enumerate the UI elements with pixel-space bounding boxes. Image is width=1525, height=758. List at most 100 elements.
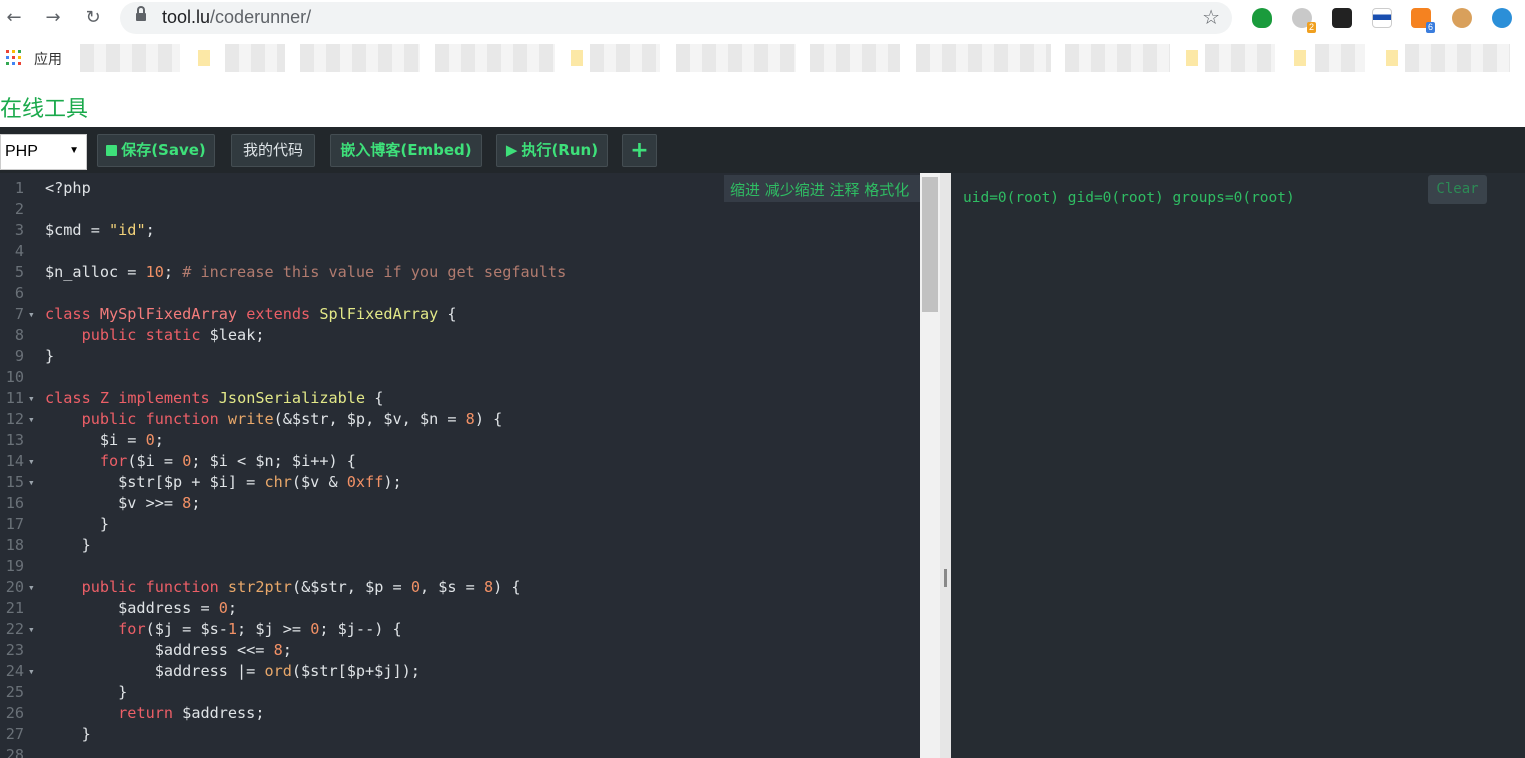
code-line[interactable]: 6 <box>0 283 920 304</box>
code-line[interactable]: 24 ▾ $address |= ord($str[$p+$j]); <box>0 661 920 682</box>
code-text[interactable]: public function str2ptr(&$str, $p = 0, $… <box>45 577 521 598</box>
extension-icon[interactable] <box>1332 8 1352 28</box>
code-text[interactable]: class MySplFixedArray extends SplFixedAr… <box>45 304 457 325</box>
code-line[interactable]: 5 $n_alloc = 10; # increase this value if… <box>0 262 920 283</box>
language-select[interactable]: PHP ▼ <box>0 134 87 170</box>
shield-extension-icon[interactable] <box>1252 8 1272 28</box>
rss-icon[interactable]: 6 <box>1411 8 1435 33</box>
cookie-icon[interactable] <box>1452 8 1472 28</box>
run-button[interactable]: ▶ 执行(Run) <box>496 134 608 167</box>
code-line[interactable]: 28 <box>0 745 920 758</box>
code-line[interactable]: 10 <box>0 367 920 388</box>
address-bar[interactable]: tool.lu/coderunner/ ☆ <box>120 2 1232 34</box>
code-text[interactable]: class Z implements JsonSerializable { <box>45 388 383 409</box>
embed-button[interactable]: 嵌入博客(Embed) <box>330 134 482 167</box>
code-line[interactable]: 12 ▾ public function write(&$str, $p, $v,… <box>0 409 920 430</box>
code-line[interactable]: 9} <box>0 346 920 367</box>
site-title[interactable]: 在线工具 <box>0 91 88 123</box>
globe-icon[interactable] <box>1492 8 1512 28</box>
scrollbar-thumb[interactable] <box>922 177 938 312</box>
code-text[interactable]: for($i = 0; $i < $n; $i++) { <box>45 451 356 472</box>
bookmark-item[interactable] <box>225 44 285 72</box>
code-editor[interactable]: 1 <?php 2 3 $cmd = "id"; 4 5 $n_alloc = 10; # i… <box>0 173 920 758</box>
code-text[interactable]: <?php <box>45 178 91 199</box>
code-line[interactable]: 21 $address = 0; <box>0 598 920 619</box>
bookmark-item[interactable] <box>1065 44 1170 72</box>
code-text[interactable]: } <box>45 682 127 703</box>
code-line[interactable]: 26 return $address; <box>0 703 920 724</box>
save-button[interactable]: 保存(Save) <box>97 134 215 167</box>
code-line[interactable]: 17 } <box>0 514 920 535</box>
bookmark-item[interactable] <box>810 44 900 72</box>
code-text[interactable]: $i = 0; <box>45 430 164 451</box>
editor-tools[interactable]: 缩进 减少缩进 注释 格式化 <box>724 175 920 202</box>
code-line[interactable]: 8 public static $leak; <box>0 325 920 346</box>
fold-arrow-icon[interactable]: ▾ <box>28 661 35 682</box>
extension-icon[interactable]: 2 <box>1292 8 1316 33</box>
code-text[interactable]: } <box>45 346 54 367</box>
pane-divider[interactable] <box>940 173 951 758</box>
code-line[interactable]: 4 <box>0 241 920 262</box>
line-number: 15 <box>5 473 24 491</box>
fold-arrow-icon[interactable]: ▾ <box>28 472 35 493</box>
fold-arrow-icon[interactable]: ▾ <box>28 304 35 325</box>
bookmark-item[interactable] <box>1405 44 1510 72</box>
bookmark-item[interactable] <box>590 44 660 72</box>
bookmark-item[interactable] <box>435 44 555 72</box>
code-text[interactable]: $address <<= 8; <box>45 640 292 661</box>
fold-arrow-icon[interactable]: ▾ <box>28 409 35 430</box>
code-line[interactable]: 14 ▾ for($i = 0; $i < $n; $i++) { <box>0 451 920 472</box>
editor-scrollbar[interactable] <box>920 173 940 758</box>
add-button[interactable]: + <box>622 134 657 167</box>
apps-label[interactable]: 应用 <box>34 49 62 69</box>
code-line[interactable]: 13 $i = 0; <box>0 430 920 451</box>
code-text[interactable]: for($j = $s-1; $j >= 0; $j--) { <box>45 619 402 640</box>
code-text[interactable]: $address = 0; <box>45 598 237 619</box>
code-line[interactable]: 16 $v >>= 8; <box>0 493 920 514</box>
fold-arrow-icon[interactable]: ▾ <box>28 451 35 472</box>
code-text[interactable]: } <box>45 514 109 535</box>
fold-arrow-icon[interactable]: ▾ <box>28 619 35 640</box>
forward-icon[interactable]: → <box>41 6 65 30</box>
url-text[interactable]: tool.lu/coderunner/ <box>162 7 311 28</box>
code-text[interactable]: $address |= ord($str[$p+$j]); <box>45 661 420 682</box>
my-code-button[interactable]: 我的代码 <box>231 134 315 167</box>
bookmark-item[interactable] <box>300 44 420 72</box>
clear-button[interactable]: Clear <box>1428 175 1487 204</box>
code-text[interactable]: public static $leak; <box>45 325 265 346</box>
fold-arrow-icon[interactable]: ▾ <box>28 388 35 409</box>
code-line[interactable]: 7 ▾ class MySplFixedArray extends SplFixed… <box>0 304 920 325</box>
code-line[interactable]: 27 } <box>0 724 920 745</box>
code-text[interactable]: $v >>= 8; <box>45 493 200 514</box>
bookmark-item[interactable] <box>676 44 796 72</box>
reload-icon[interactable]: ↻ <box>81 6 105 30</box>
code-text[interactable]: } <box>45 535 91 556</box>
code-line[interactable]: 19 <box>0 556 920 577</box>
code-line[interactable]: 3 $cmd = "id"; <box>0 220 920 241</box>
code-line[interactable]: 20 ▾ public function str2ptr(&$str, $p = … <box>0 577 920 598</box>
code-line[interactable]: 23 $address <<= 8; <box>0 640 920 661</box>
code-line[interactable]: 2 <box>0 199 920 220</box>
bookmark-item[interactable] <box>916 44 1051 72</box>
code-line[interactable]: 25 } <box>0 682 920 703</box>
bookmark-star-icon[interactable]: ☆ <box>1202 5 1220 29</box>
bookmark-item[interactable] <box>80 44 180 72</box>
code-line[interactable]: 22 ▾ for($j = $s-1; $j >= 0; $j--) { <box>0 619 920 640</box>
code-text[interactable]: public function write(&$str, $p, $v, $n … <box>45 409 503 430</box>
code-line[interactable]: 11 ▾ class Z implements JsonSerializable { <box>0 388 920 409</box>
code-text[interactable]: $cmd = "id"; <box>45 220 155 241</box>
code-text[interactable]: } <box>45 724 91 745</box>
code-text[interactable]: $str[$p + $i] = chr($v & 0xff); <box>45 472 402 493</box>
line-number: 5 <box>14 263 24 281</box>
apps-icon[interactable] <box>6 50 21 65</box>
code-text[interactable]: return $address; <box>45 703 264 724</box>
flag-extension-icon[interactable] <box>1372 8 1392 28</box>
code-line[interactable]: 18 } <box>0 535 920 556</box>
code-text[interactable]: $n_alloc = 10; # increase this value if … <box>45 262 566 283</box>
fold-arrow-icon[interactable]: ▾ <box>28 577 35 598</box>
back-icon[interactable]: ← <box>2 6 26 30</box>
bookmark-item[interactable] <box>1315 44 1365 72</box>
code-line[interactable]: 15 ▾ $str[$p + $i] = chr($v & 0xff); <box>0 472 920 493</box>
bookmark-item[interactable] <box>1205 44 1275 72</box>
resize-handle[interactable] <box>944 569 947 587</box>
